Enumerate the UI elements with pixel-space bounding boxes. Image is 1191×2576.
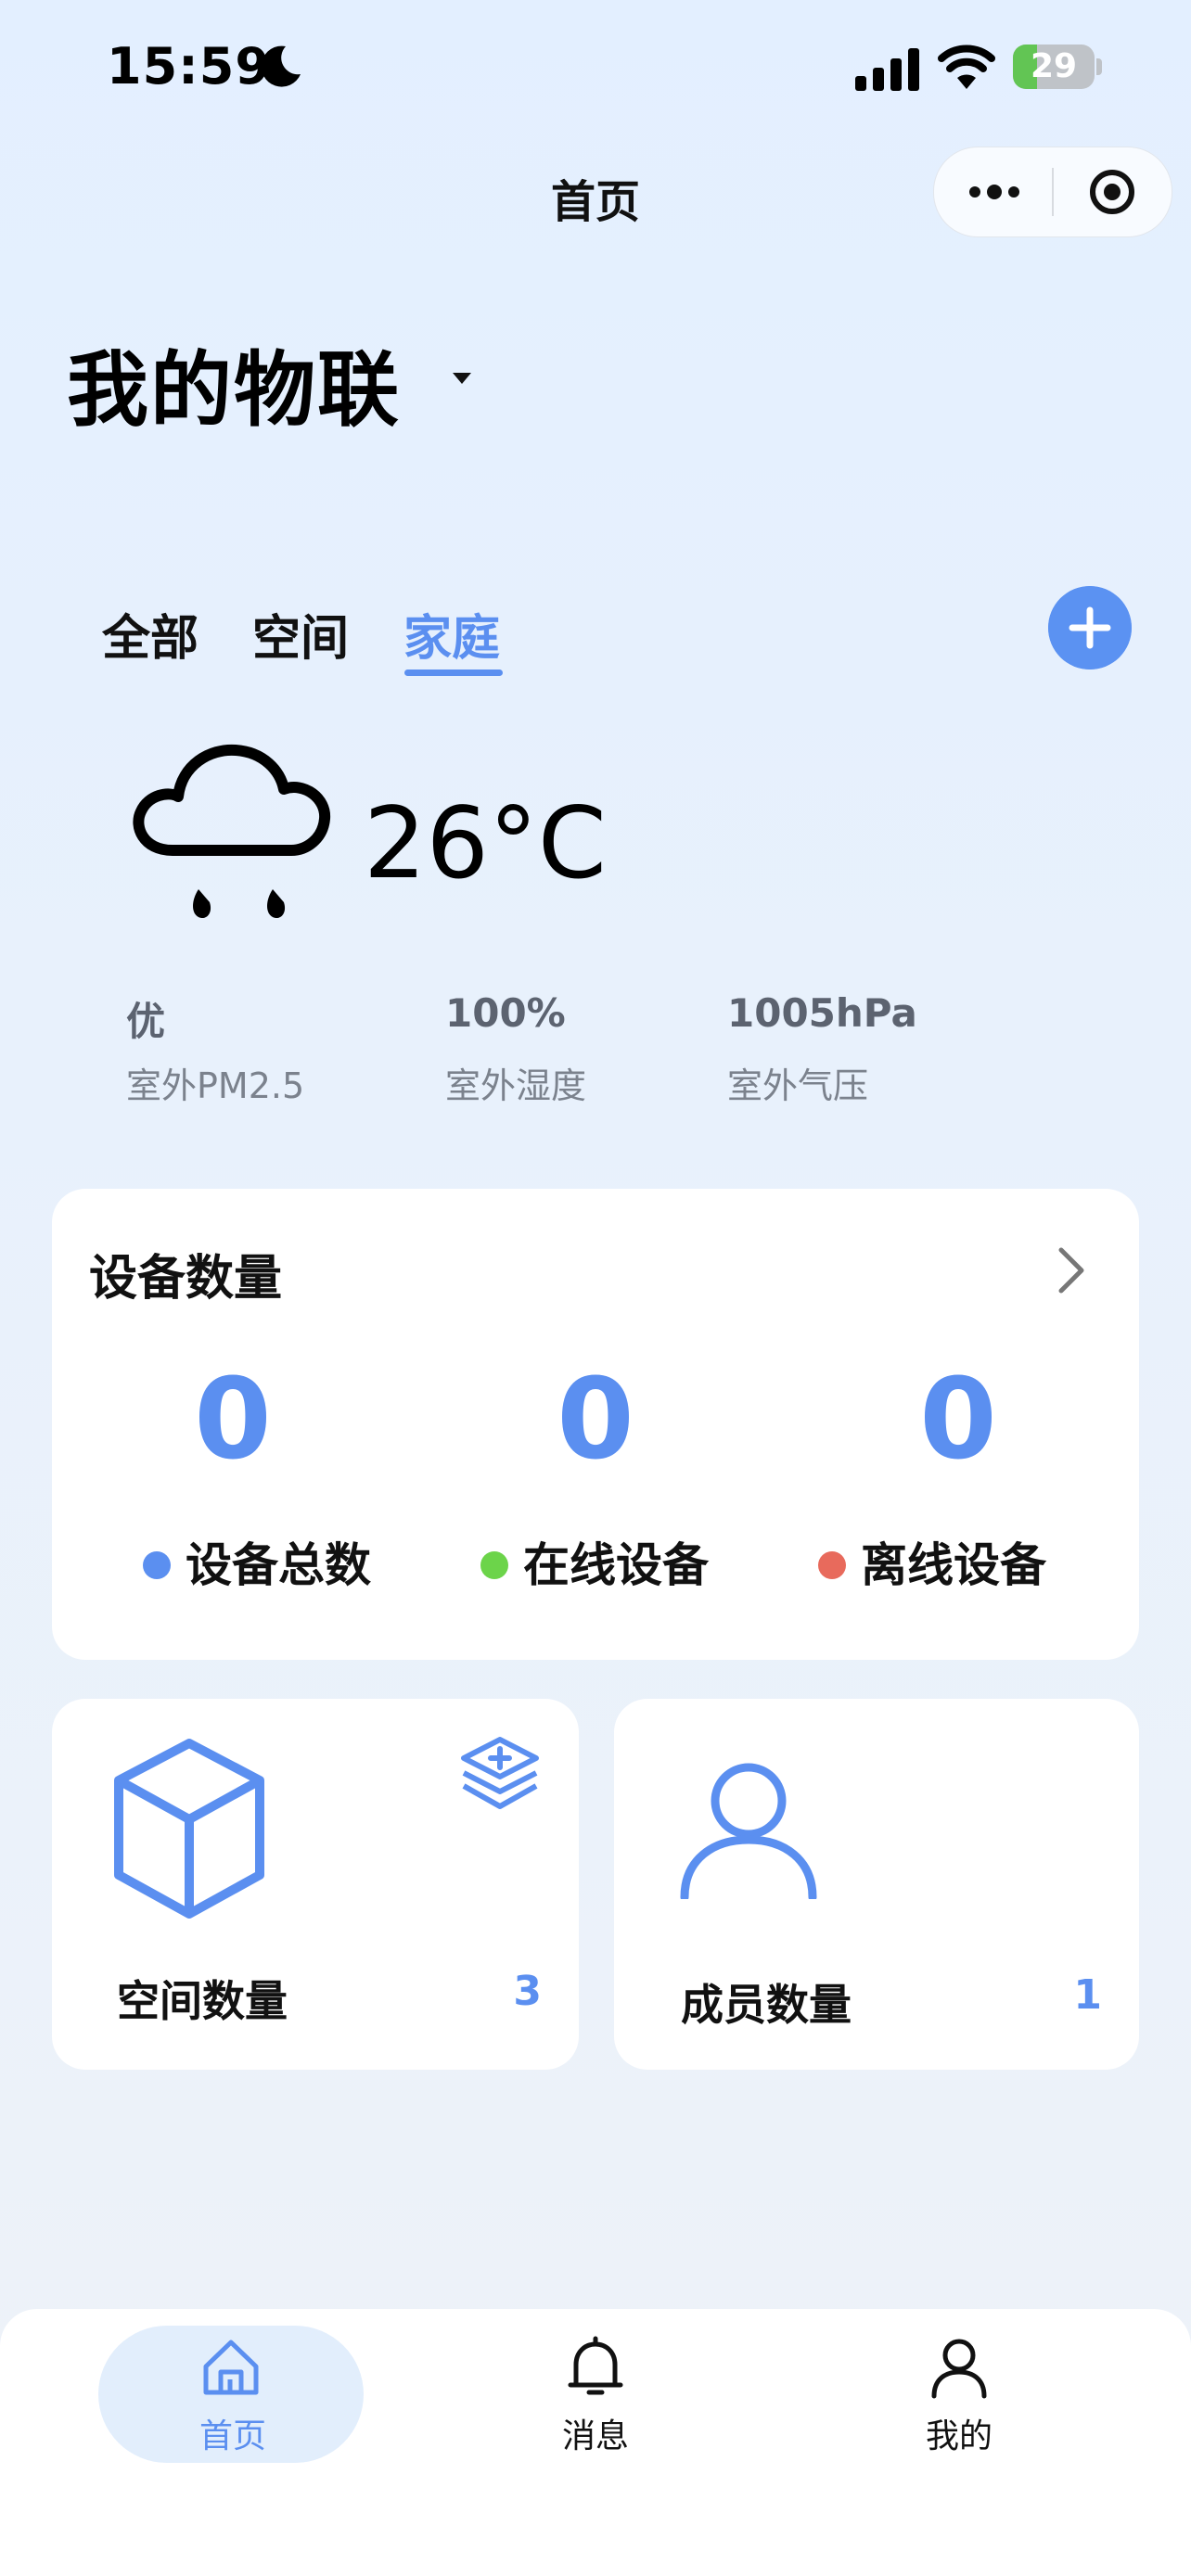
- total-devices-legend: 设备总数: [143, 1528, 371, 1595]
- online-devices-label: 在线设备: [523, 1538, 709, 1592]
- tab-active-indicator: [404, 670, 503, 676]
- offline-devices-count: 0: [919, 1356, 997, 1485]
- pm25-value: 优: [126, 999, 166, 1044]
- mini-program-capsule: [933, 147, 1172, 237]
- cube-icon: [114, 1739, 264, 1919]
- humidity-value: 100%: [445, 990, 566, 1036]
- tabbar-messages[interactable]: 消息: [461, 2309, 730, 2457]
- bell-icon: [568, 2336, 623, 2395]
- battery-icon: 29: [1013, 45, 1104, 91]
- wifi-icon: [938, 45, 995, 89]
- space-count-title: 空间数量: [117, 1976, 288, 2026]
- home-selector-title[interactable]: 我的物联: [67, 325, 401, 442]
- status-time: 15:59: [107, 37, 271, 96]
- tab-all[interactable]: 全部: [102, 599, 198, 669]
- tab-space[interactable]: 空间: [252, 599, 349, 669]
- member-count-card[interactable]: 成员数量 1: [614, 1699, 1139, 2070]
- total-devices-label: 设备总数: [186, 1538, 371, 1592]
- tabbar-messages-label: 消息: [561, 2417, 629, 2455]
- add-button[interactable]: [1048, 586, 1132, 670]
- device-count-card[interactable]: 设备数量 0 0 0 设备总数 在线设备 离线设备: [52, 1189, 1139, 1660]
- tabbar-mine-label: 我的: [925, 2417, 992, 2455]
- total-devices-count: 0: [194, 1356, 272, 1485]
- temperature: 26°C: [364, 786, 607, 900]
- person-icon: [931, 2339, 987, 2399]
- red-dot-icon: [818, 1550, 846, 1579]
- space-count-card[interactable]: 空间数量 3: [52, 1699, 579, 2070]
- green-dot-icon: [480, 1550, 508, 1579]
- tabbar-mine[interactable]: 我的: [825, 2309, 1094, 2457]
- member-count-title: 成员数量: [681, 1980, 852, 2030]
- tabbar-home-label: 首页: [198, 2417, 266, 2455]
- online-devices-legend: 在线设备: [480, 1528, 709, 1595]
- device-count-title: 设备数量: [89, 1251, 283, 1307]
- person-icon: [680, 1763, 817, 1899]
- blue-dot-icon: [143, 1550, 171, 1579]
- member-count-value: 1: [1073, 1971, 1102, 2019]
- offline-devices-legend: 离线设备: [818, 1528, 1046, 1595]
- tabbar-home[interactable]: 首页: [98, 2309, 367, 2463]
- home-icon: [203, 2340, 259, 2395]
- pressure-value: 1005hPa: [727, 990, 917, 1036]
- moon-icon: [261, 45, 301, 87]
- space-count-value: 3: [513, 1968, 542, 2015]
- more-dots-icon[interactable]: [962, 168, 1027, 216]
- battery-level: 29: [1030, 47, 1078, 85]
- chevron-right-icon[interactable]: [1056, 1244, 1087, 1296]
- cellular-signal-icon: [855, 48, 919, 91]
- bottom-tab-bar: 首页 消息 我的: [0, 2309, 1191, 2576]
- pm25-label: 室外PM2.5: [126, 1065, 305, 1106]
- humidity-label: 室外湿度: [445, 1065, 587, 1106]
- offline-devices-label: 离线设备: [861, 1538, 1046, 1592]
- pressure-label: 室外气压: [727, 1065, 869, 1106]
- rain-cloud-icon: [133, 744, 331, 919]
- online-devices-count: 0: [557, 1356, 634, 1485]
- caret-down-icon[interactable]: [449, 369, 475, 388]
- target-close-icon[interactable]: [1080, 166, 1145, 218]
- tab-family[interactable]: 家庭: [403, 599, 500, 669]
- add-layer-icon[interactable]: [458, 1736, 542, 1814]
